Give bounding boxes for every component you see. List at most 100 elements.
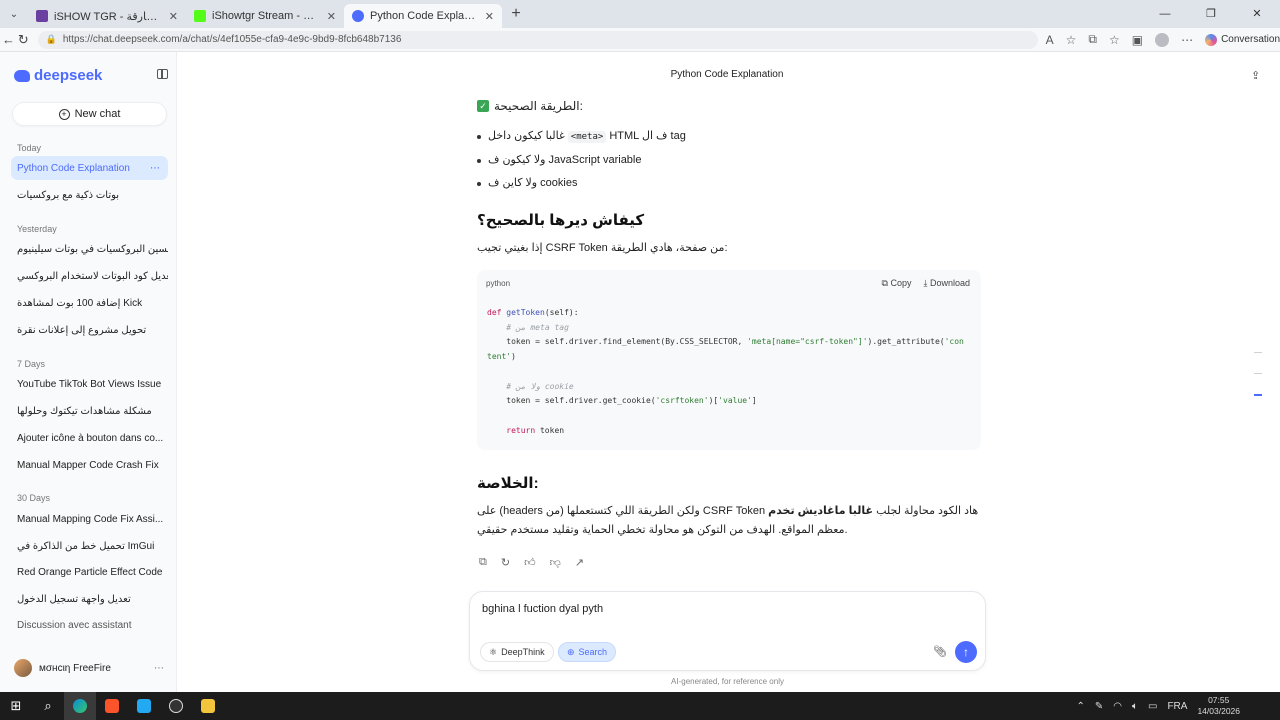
bullet-list: غالبا كيكون داخل <meta> HTML ف ال tag ول… bbox=[477, 125, 981, 195]
edge-app-icon[interactable] bbox=[64, 692, 96, 720]
chat-item[interactable]: مشكلة مشاهدات تيكتوك وحلولها bbox=[11, 399, 168, 423]
section-label: 30 Days bbox=[17, 493, 51, 503]
favorites-icon[interactable]: ☆ bbox=[1109, 33, 1120, 47]
system-tray: ⌃ ✎ ◠ 🔈︎ ▭ FRA 07:55 14/03/2026 bbox=[1076, 695, 1280, 717]
new-chat-button[interactable]: + New chat bbox=[12, 102, 167, 126]
summary-paragraph: على (headers من) ولكن الطريقة اللي كتستع… bbox=[477, 505, 979, 536]
section-heading: كيفاش ديرها بالصحيح؟ bbox=[477, 212, 645, 229]
language-indicator[interactable]: FRA bbox=[1167, 701, 1187, 712]
deepseek-favicon-icon bbox=[352, 10, 364, 22]
window-controls: — ❐ ✕ bbox=[1142, 0, 1280, 28]
chat-item[interactable]: تحميل خط من الذاكرة في ImGui bbox=[11, 534, 168, 558]
browser-tab[interactable]: iSHOW TGR - البوتات الخارقة ✕ bbox=[28, 4, 186, 28]
deepthink-toggle[interactable]: ⚛ DeepThink bbox=[480, 642, 554, 662]
copy-button[interactable]: ⧉ Copy bbox=[882, 278, 912, 289]
globe-icon: ⊕ bbox=[567, 646, 575, 657]
chat-item[interactable]: تحويل مشروع إلى إعلانات نقرة bbox=[11, 318, 168, 342]
split-screen-icon[interactable]: ⧉ bbox=[1088, 32, 1097, 47]
message-actions: ⧉ ↻ 👍︎ 👎︎ ↗ bbox=[477, 556, 981, 569]
chat-item[interactable]: Manual Mapping Code Fix Assi... bbox=[11, 507, 168, 531]
chat-item[interactable]: تعديل كود البوتات لاستخدام البروكسي bbox=[11, 264, 168, 288]
sidebar: deepseek + New chat Today Python Code Ex… bbox=[0, 52, 177, 692]
tab-actions-icon[interactable]: ⌄ bbox=[0, 0, 28, 28]
whale-icon bbox=[14, 69, 30, 82]
chat-item[interactable]: YouTube TikTok Bot Views Issue bbox=[11, 372, 168, 396]
code-content: def getToken(self): # من meta tag token … bbox=[487, 308, 964, 435]
close-tab-icon[interactable]: ✕ bbox=[169, 10, 178, 23]
refresh-icon[interactable]: ↻ bbox=[17, 32, 30, 48]
close-tab-icon[interactable]: ✕ bbox=[485, 10, 494, 23]
message-input-box[interactable]: bghina l fuction dyal pyth ⚛ DeepThink ⊕… bbox=[469, 591, 986, 671]
user-profile[interactable]: мσнcιη FreeFire ⋯ bbox=[14, 659, 164, 677]
list-item: ولا كاين ف cookies bbox=[477, 172, 981, 195]
vscode-app-icon[interactable] bbox=[128, 692, 160, 720]
read-aloud-icon[interactable]: A bbox=[1046, 33, 1054, 47]
chat-item-active[interactable]: Python Code Explanation ⋯ bbox=[11, 156, 168, 180]
attach-icon[interactable]: 📎︎ bbox=[933, 645, 947, 658]
windows-start-icon[interactable]: ⊞ bbox=[0, 692, 32, 720]
search-toggle[interactable]: ⊕ Search bbox=[558, 642, 617, 662]
chat-title: Python Code Explanation bbox=[670, 69, 784, 80]
message-input[interactable]: bghina l fuction dyal pyth bbox=[482, 603, 603, 615]
search-icon[interactable]: ⌕ bbox=[32, 692, 64, 720]
chat-item[interactable]: Ajouter icône à bouton dans co... bbox=[11, 426, 168, 450]
code-actions: ⧉ Copy ⤓ Download bbox=[882, 278, 970, 289]
chat-item[interactable]: إضافة 100 بوت لمشاهدة Kick bbox=[11, 291, 168, 315]
chat-item[interactable]: Manual Mapper Code Crash Fix bbox=[11, 453, 168, 477]
deepseek-logo[interactable]: deepseek bbox=[14, 67, 102, 84]
volume-icon[interactable]: 🔈︎ bbox=[1132, 701, 1138, 712]
disclaimer: AI-generated, for reference only bbox=[671, 677, 784, 686]
scroll-marker-active[interactable] bbox=[1254, 394, 1262, 396]
wifi-icon[interactable]: ◠ bbox=[1113, 701, 1122, 712]
chat-item[interactable]: Discussion avec assistant bbox=[11, 613, 168, 637]
send-button[interactable]: ↑ bbox=[955, 641, 977, 663]
chat-item[interactable]: Red Orange Particle Effect Code bbox=[11, 560, 168, 584]
check-icon: ✓ bbox=[477, 100, 489, 112]
browser-tab-active[interactable]: Python Code Explanation - DeepSeek ✕ bbox=[344, 4, 502, 28]
chat-item[interactable]: بوتات ذكية مع بروكسيات bbox=[11, 183, 168, 207]
kick-favicon-icon bbox=[194, 10, 206, 22]
chat-item[interactable]: تعديل واجهة تسجيل الدخول bbox=[11, 587, 168, 611]
favorite-star-icon[interactable]: ☆ bbox=[1066, 33, 1077, 47]
thumbs-up-icon[interactable]: 👍︎ bbox=[524, 556, 536, 569]
scroll-marker[interactable] bbox=[1254, 373, 1262, 374]
browser-tab-bar: ⌄ iSHOW TGR - البوتات الخارقة ✕ iShowtgr… bbox=[0, 0, 1280, 28]
browser-tab[interactable]: iShowtgr Stream - Watch Live on Kick ✕ bbox=[186, 4, 344, 28]
minimize-icon[interactable]: — bbox=[1142, 0, 1188, 28]
clock[interactable]: 07:55 14/03/2026 bbox=[1197, 695, 1240, 717]
section-heading: الخلاصة: bbox=[477, 475, 539, 492]
back-icon[interactable]: ← bbox=[2, 32, 15, 47]
battery-icon[interactable]: ▭ bbox=[1148, 701, 1157, 712]
regenerate-icon[interactable]: ↻ bbox=[501, 556, 510, 569]
more-options-icon[interactable]: ⋯ bbox=[150, 163, 160, 174]
profile-avatar[interactable] bbox=[1155, 32, 1170, 47]
copy-icon[interactable]: ⧉ bbox=[479, 556, 487, 569]
scroll-markers bbox=[1254, 352, 1262, 416]
list-item: ولا كيكون ف JavaScript variable bbox=[477, 149, 981, 172]
app-icon[interactable] bbox=[160, 692, 192, 720]
address-toolbar: ← ↻ 🔒 https://chat.deepseek.com/a/chat/s… bbox=[0, 28, 1280, 52]
tray-arrow-icon[interactable]: ⌃ bbox=[1076, 701, 1084, 712]
close-tab-icon[interactable]: ✕ bbox=[327, 10, 336, 23]
site-info-icon[interactable]: 🔒 bbox=[46, 34, 57, 45]
copilot-button[interactable]: Conversation bbox=[1205, 33, 1280, 46]
close-window-icon[interactable]: ✕ bbox=[1234, 0, 1280, 28]
download-button[interactable]: ⤓ Download bbox=[923, 278, 970, 289]
share-icon[interactable]: ↗ bbox=[575, 556, 584, 569]
collections-icon[interactable]: ▣ bbox=[1132, 33, 1143, 47]
share-icon[interactable]: ⇪ bbox=[1251, 69, 1260, 82]
code-language: python bbox=[486, 279, 511, 288]
pen-icon[interactable]: ✎ bbox=[1095, 701, 1103, 712]
more-options-icon[interactable]: ⋯ bbox=[154, 663, 164, 674]
more-icon[interactable]: ⋯ bbox=[1181, 33, 1193, 47]
chat-item[interactable]: تحسين البروكسيات في بوتات سيلينيوم bbox=[11, 237, 168, 261]
collapse-sidebar-icon[interactable] bbox=[157, 69, 168, 79]
scroll-marker[interactable] bbox=[1254, 352, 1262, 353]
brave-app-icon[interactable] bbox=[96, 692, 128, 720]
maximize-icon[interactable]: ❐ bbox=[1188, 0, 1234, 28]
new-tab-icon[interactable]: + bbox=[502, 5, 530, 23]
thumbs-down-icon[interactable]: 👎︎ bbox=[550, 556, 561, 569]
url-bar[interactable]: 🔒 https://chat.deepseek.com/a/chat/s/4ef… bbox=[37, 30, 1038, 49]
file-explorer-icon[interactable] bbox=[192, 692, 224, 720]
assistant-message: ✓ الطريقة الصحيحة: غالبا كيكون داخل <met… bbox=[477, 97, 981, 569]
